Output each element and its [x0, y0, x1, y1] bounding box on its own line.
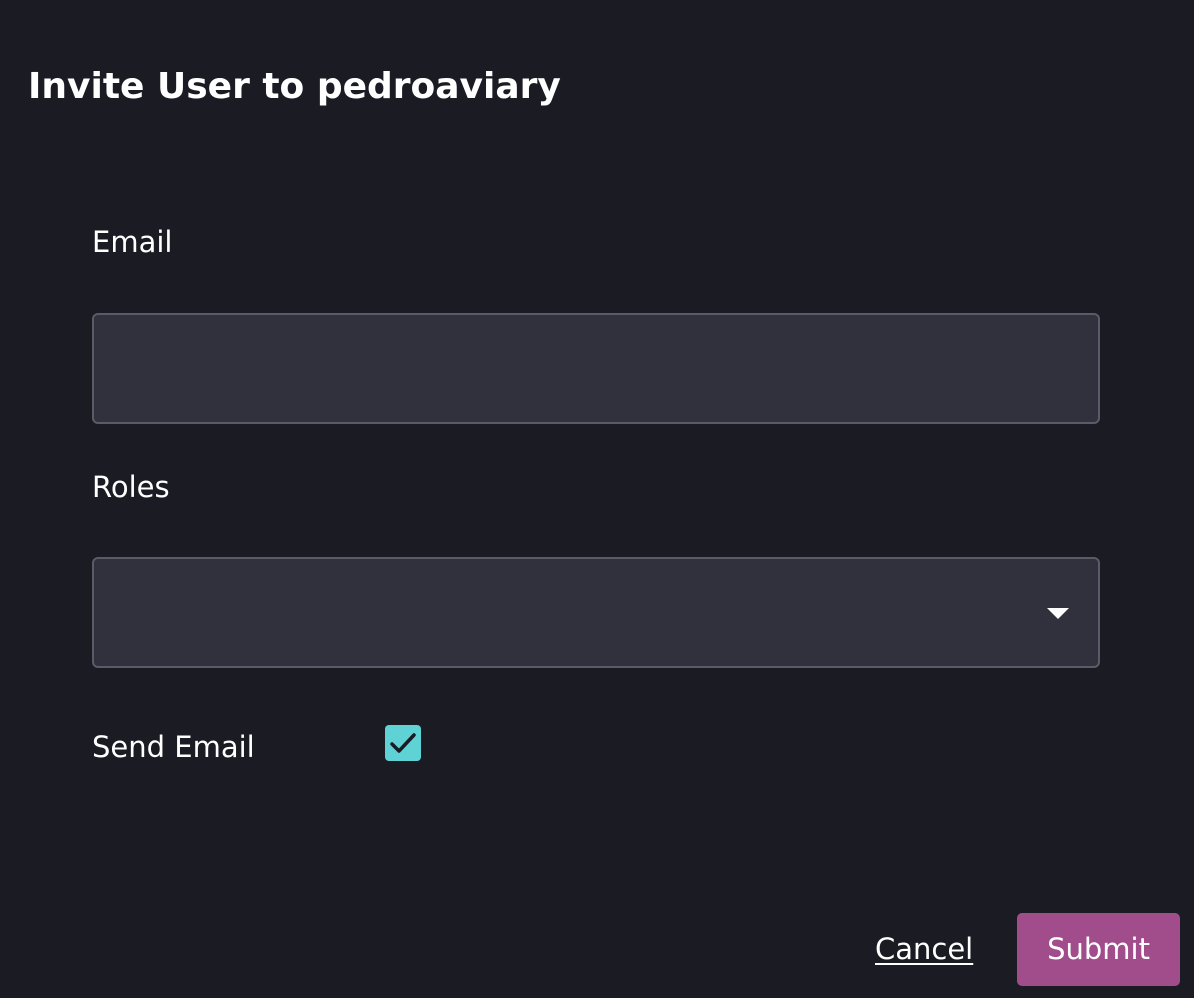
dialog-title: Invite User to pedroaviary — [28, 66, 561, 107]
roles-label: Roles — [92, 470, 170, 504]
cancel-button[interactable]: Cancel — [875, 929, 973, 969]
checkmark-icon — [390, 733, 416, 753]
roles-select[interactable] — [92, 557, 1100, 668]
send-email-checkbox[interactable] — [385, 725, 421, 761]
submit-button[interactable]: Submit — [1017, 913, 1180, 986]
email-field[interactable] — [92, 313, 1100, 424]
caret-down-icon — [1047, 608, 1069, 619]
email-input[interactable] — [94, 315, 1098, 422]
email-label: Email — [92, 225, 173, 259]
send-email-label: Send Email — [92, 730, 255, 764]
